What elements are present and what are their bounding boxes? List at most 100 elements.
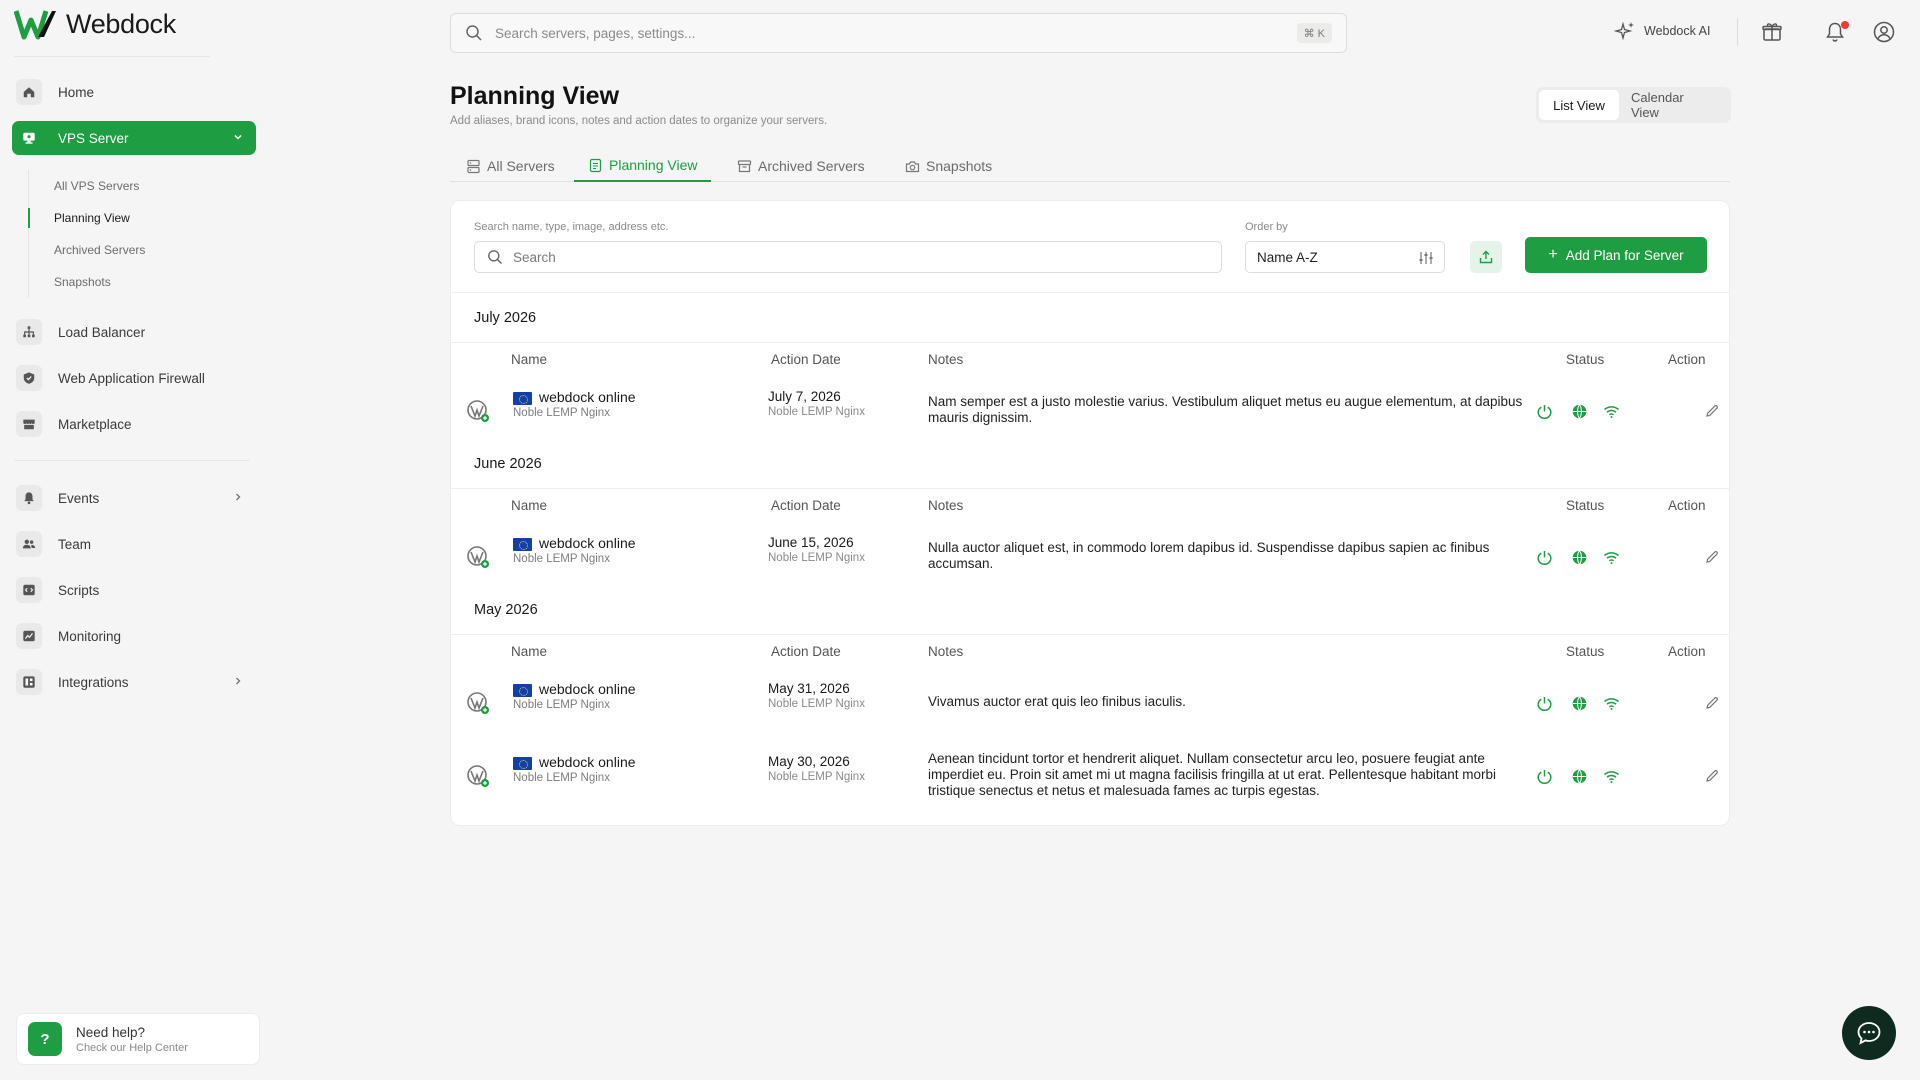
calendar-view-button[interactable]: Calendar View <box>1619 90 1727 120</box>
table-row[interactable]: webdock online Noble LEMP Nginx May 30, 20… <box>451 739 1729 813</box>
search-icon <box>466 25 482 41</box>
action-date: May 30, 2026 <box>768 754 850 769</box>
power-icon[interactable] <box>1536 768 1553 785</box>
chevron-down-icon <box>234 134 242 140</box>
col-action: Action <box>1668 644 1706 659</box>
search-placeholder: Search servers, pages, settings... <box>495 25 696 41</box>
tab-snapshots[interactable]: Snapshots <box>891 150 1006 182</box>
sidebar-item-label: Web Application Firewall <box>58 370 205 386</box>
edit-pencil-icon[interactable] <box>1705 550 1719 564</box>
integrations-icon <box>16 669 42 695</box>
add-plan-button[interactable]: + Add Plan for Server <box>1525 237 1707 273</box>
action-date-sub: Noble LEMP Nginx <box>768 771 865 783</box>
action-date-sub: Noble LEMP Nginx <box>768 406 865 418</box>
wordpress-icon <box>467 400 489 422</box>
home-icon <box>16 79 42 105</box>
table-row[interactable]: webdock online Noble LEMP Nginx June 15, 2… <box>451 521 1729 593</box>
sidebar-item-home[interactable]: Home <box>12 75 256 109</box>
globe-icon[interactable] <box>1571 695 1588 712</box>
sidebar-item-monitoring[interactable]: Monitoring <box>12 619 256 653</box>
gift-icon[interactable] <box>1760 20 1784 44</box>
action-date: May 31, 2026 <box>768 681 850 696</box>
globe-icon[interactable] <box>1571 768 1588 785</box>
sidebar-item-team[interactable]: Team <box>12 527 256 561</box>
export-button[interactable] <box>1470 241 1502 273</box>
server-tabs: All Servers Planning View Archived Serve… <box>450 150 1730 182</box>
server-name: webdock online <box>539 389 636 405</box>
table-row[interactable]: webdock online Noble LEMP Nginx May 31, 20… <box>451 667 1729 739</box>
sidebar-item-events[interactable]: Events <box>12 481 256 515</box>
ai-label: Webdock AI <box>1644 24 1711 38</box>
server-icon <box>16 125 42 151</box>
eu-flag-icon <box>513 392 532 405</box>
user-account-icon[interactable] <box>1872 20 1896 44</box>
sidebar-item-label: Home <box>58 84 95 100</box>
edit-pencil-icon[interactable] <box>1705 696 1719 710</box>
list-view-button[interactable]: List View <box>1539 90 1619 120</box>
wifi-icon[interactable] <box>1603 695 1620 712</box>
add-plan-label: Add Plan for Server <box>1565 247 1684 263</box>
view-toggle: List View Calendar View <box>1536 87 1731 123</box>
server-stack-icon <box>467 159 480 173</box>
chevron-right-icon <box>236 493 241 501</box>
brand-name: Webdock <box>66 8 176 39</box>
sidebar-item-marketplace[interactable]: Marketplace <box>12 407 256 441</box>
server-name: webdock online <box>539 681 636 697</box>
team-icon <box>16 531 42 557</box>
power-icon[interactable] <box>1536 695 1553 712</box>
logo[interactable]: Webdock <box>14 8 176 40</box>
filter-bar: Search name, type, image, address etc. S… <box>451 201 1729 293</box>
power-icon[interactable] <box>1536 549 1553 566</box>
search-label: Search name, type, image, address etc. <box>474 221 669 233</box>
globe-icon[interactable] <box>1571 403 1588 420</box>
action-date-sub: Noble LEMP Nginx <box>768 552 865 564</box>
sidebar-item-scripts[interactable]: Scripts <box>12 573 256 607</box>
tab-all-servers[interactable]: All Servers <box>452 150 569 182</box>
wordpress-icon <box>467 765 489 787</box>
subnav-archived-servers[interactable]: Archived Servers <box>29 234 228 266</box>
wifi-icon[interactable] <box>1603 549 1620 566</box>
wifi-icon[interactable] <box>1603 403 1620 420</box>
store-icon <box>16 411 42 437</box>
vps-subnav: All VPS Servers Planning View Archived S… <box>28 170 228 298</box>
sidebar-item-label: Integrations <box>58 674 129 690</box>
subnav-snapshots[interactable]: Snapshots <box>29 266 228 298</box>
global-search-input[interactable]: Search servers, pages, settings... ⌘ K <box>450 13 1347 53</box>
tab-planning-view[interactable]: Planning View <box>574 150 712 182</box>
planning-card: Search name, type, image, address etc. S… <box>450 200 1730 826</box>
page-title: Planning View <box>450 82 620 110</box>
sidebar-item-label: VPS Server <box>58 130 129 146</box>
server-search-input[interactable]: Search <box>474 241 1222 273</box>
month-group: July 2026 Name Action Date Notes Status Actio… <box>451 293 1729 447</box>
sidebar-item-vps-server[interactable]: VPS Server <box>12 121 256 155</box>
chat-button[interactable] <box>1842 1006 1896 1060</box>
camera-icon <box>905 160 920 172</box>
wifi-icon[interactable] <box>1603 768 1620 785</box>
sidebar-item-label: Load Balancer <box>58 324 146 340</box>
order-label: Order by <box>1245 221 1288 233</box>
subnav-planning-view[interactable]: Planning View <box>28 202 228 234</box>
subnav-all-vps-servers[interactable]: All VPS Servers <box>29 170 228 202</box>
help-center-card[interactable]: ? Need help? Check our Help Center <box>16 1013 260 1065</box>
globe-icon[interactable] <box>1571 549 1588 566</box>
tertiary-nav: Events Team Scripts Monitoring Integrati… <box>12 481 256 699</box>
tab-label: Archived Servers <box>758 158 865 174</box>
order-by-select[interactable]: Name A-Z <box>1245 241 1445 273</box>
col-notes: Notes <box>928 644 964 659</box>
webdock-ai-button[interactable]: Webdock AI <box>1614 20 1710 42</box>
tab-archived-servers[interactable]: Archived Servers <box>723 150 879 182</box>
shortcut-hint: ⌘ K <box>1296 23 1332 43</box>
sidebar-item-load-balancer[interactable]: Load Balancer <box>12 315 256 349</box>
sidebar-item-waf[interactable]: Web Application Firewall <box>12 361 256 395</box>
help-text: Need help? Check our Help Center <box>76 1025 188 1054</box>
table-row[interactable]: webdock online Noble LEMP Nginx July 7, 20… <box>451 375 1729 447</box>
chevron-right-icon <box>236 677 241 685</box>
sidebar: Webdock Home VPS Server All VPS Servers … <box>0 0 270 1080</box>
column-headers: Name Action Date Notes Status Action <box>451 343 1729 375</box>
edit-pencil-icon[interactable] <box>1705 404 1719 418</box>
sidebar-item-integrations[interactable]: Integrations <box>12 665 256 699</box>
sidebar-item-label: Scripts <box>58 582 100 598</box>
edit-pencil-icon[interactable] <box>1705 769 1719 783</box>
power-icon[interactable] <box>1536 403 1553 420</box>
secondary-nav: Load Balancer Web Application Firewall M… <box>12 315 256 441</box>
